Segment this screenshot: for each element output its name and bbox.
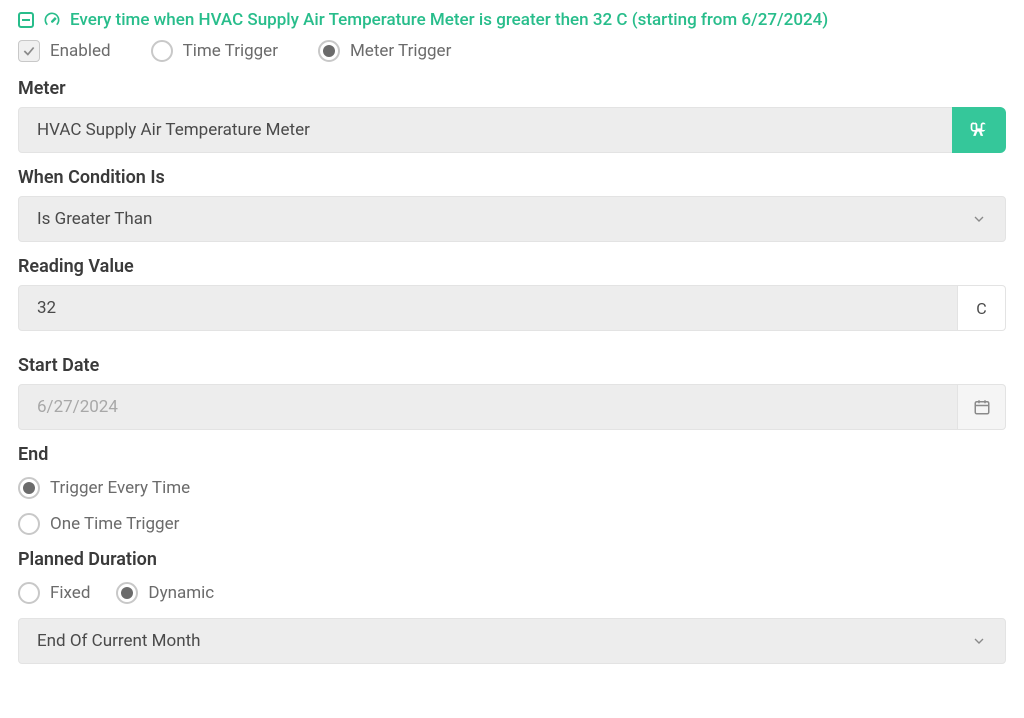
planned-dynamic-option[interactable]: Dynamic [116,582,214,604]
end-once-radio[interactable] [18,513,40,535]
collapse-icon[interactable] [18,12,34,28]
condition-select[interactable]: Is Greater Than [18,196,1006,242]
planned-dynamic-label: Dynamic [148,583,214,603]
enabled-checkbox[interactable] [18,40,40,62]
planned-duration-options: Fixed Dynamic [18,582,1006,604]
time-trigger-option[interactable]: Time Trigger [151,40,278,62]
end-every-option[interactable]: Trigger Every Time [18,477,1006,499]
planned-fixed-label: Fixed [50,583,90,603]
chevron-down-icon [971,211,987,227]
start-date-input[interactable]: 6/27/2024 [18,384,958,430]
condition-label: When Condition Is [18,167,1006,188]
planned-dynamic-radio[interactable] [116,582,138,604]
gauge-icon [42,10,62,30]
reading-input-row: 32 C [18,285,1006,331]
chevron-down-icon [971,633,987,649]
reading-input[interactable]: 32 [18,285,958,331]
time-trigger-radio[interactable] [151,40,173,62]
end-options: Trigger Every Time One Time Trigger [18,477,1006,535]
enabled-option[interactable]: Enabled [18,40,111,62]
planned-duration-select[interactable]: End Of Current Month [18,618,1006,664]
reading-unit: C [958,285,1006,331]
end-every-radio[interactable] [18,477,40,499]
reading-label: Reading Value [18,256,1006,277]
enabled-label: Enabled [50,41,111,61]
meter-input[interactable]: HVAC Supply Air Temperature Meter [18,107,956,153]
condition-value: Is Greater Than [37,209,152,229]
end-every-label: Trigger Every Time [50,478,190,498]
planned-fixed-radio[interactable] [18,582,40,604]
meter-lookup-button[interactable] [952,107,1006,153]
time-trigger-label: Time Trigger [183,41,278,61]
meter-trigger-radio[interactable] [318,40,340,62]
planned-fixed-option[interactable]: Fixed [18,582,90,604]
start-date-row: 6/27/2024 [18,384,1006,430]
end-once-label: One Time Trigger [50,514,179,534]
meter-trigger-label: Meter Trigger [350,41,451,61]
trigger-header: Every time when HVAC Supply Air Temperat… [18,10,1006,30]
meter-input-row: HVAC Supply Air Temperature Meter [18,107,1006,153]
meter-label: Meter [18,78,1006,99]
trigger-title: Every time when HVAC Supply Air Temperat… [70,10,828,30]
calendar-button[interactable] [958,384,1006,430]
end-label: End [18,444,1006,465]
end-once-option[interactable]: One Time Trigger [18,513,1006,535]
trigger-options-row: Enabled Time Trigger Meter Trigger [18,40,1006,62]
planned-duration-value: End Of Current Month [37,631,201,651]
start-date-label: Start Date [18,355,1006,376]
planned-duration-label: Planned Duration [18,549,1006,570]
meter-trigger-option[interactable]: Meter Trigger [318,40,451,62]
